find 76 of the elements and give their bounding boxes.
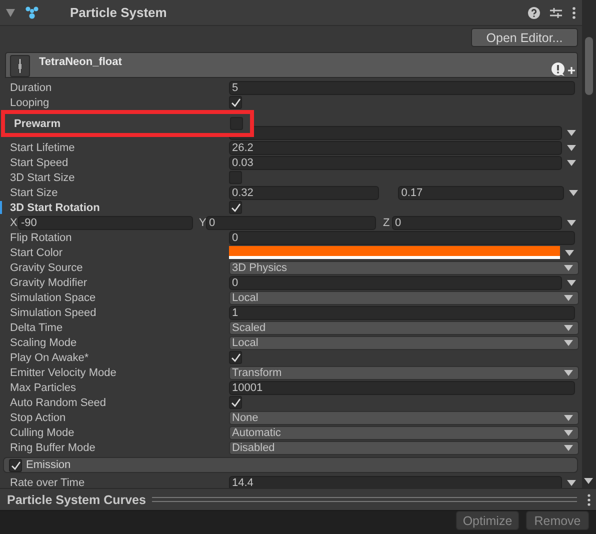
open-editor-button[interactable]: Open Editor... (471, 28, 578, 47)
property-label: Prewarm (13, 118, 62, 130)
scroll-down-icon[interactable] (584, 478, 593, 484)
checkbox[interactable] (229, 396, 242, 409)
property-label: Start Speed (9, 156, 70, 168)
property-label: Auto Random Seed (9, 396, 108, 408)
scrollbar-thumb[interactable] (585, 37, 593, 95)
number-field[interactable]: 0 (229, 276, 562, 290)
checkbox[interactable] (229, 201, 242, 214)
property-label: 3D Start Rotation (9, 202, 101, 214)
dropdown[interactable]: Local (229, 336, 579, 350)
property-label: Gravity Modifier (9, 276, 88, 288)
axis-label: Z (383, 216, 391, 228)
module-title: Emission (26, 459, 71, 471)
property-label: Ring Buffer Mode (9, 442, 96, 454)
property-label: Start Color (9, 246, 64, 258)
property-label: Max Particles (9, 382, 78, 394)
checkbox[interactable] (229, 351, 242, 364)
plus-icon[interactable] (568, 67, 575, 74)
property-label: Gravity Source (9, 262, 84, 274)
property-label: Flip Rotation (9, 232, 73, 244)
number-field[interactable]: 0 (206, 216, 376, 230)
settings-icon[interactable] (550, 6, 562, 18)
number-field[interactable] (229, 126, 562, 140)
property-label: Start Lifetime (9, 142, 76, 154)
component-title: Particle System (70, 5, 167, 20)
property-label: Duration (9, 82, 53, 94)
color-swatch[interactable] (229, 246, 560, 259)
dropdown[interactable]: Transform (229, 366, 579, 380)
property-label: Scaling Mode (9, 336, 78, 348)
kebab-menu-icon[interactable] (572, 6, 576, 18)
property-label: Rate over Time (9, 476, 86, 488)
dropdown[interactable]: 3D Physics (229, 260, 579, 274)
kebab-menu-icon[interactable] (587, 494, 591, 506)
number-field[interactable]: 14.4 (229, 476, 562, 490)
checkbox[interactable] (230, 117, 243, 130)
number-field[interactable]: 0 (392, 216, 562, 230)
property-label: Simulation Speed (9, 306, 98, 318)
help-icon[interactable] (528, 6, 540, 18)
scrollbar[interactable] (582, 0, 596, 490)
property-label: Looping (9, 96, 50, 108)
number-field[interactable]: 0.32 (229, 186, 380, 200)
property-label: Play On Awake* (9, 352, 90, 364)
property-label: Culling Mode (9, 426, 76, 438)
property-label: Simulation Space (9, 292, 97, 304)
property-label: Delta Time (9, 322, 64, 334)
number-field[interactable]: 0.03 (229, 156, 562, 170)
dropdown-arrow-icon (564, 370, 573, 376)
axis-label: X (9, 216, 18, 228)
dropdown[interactable]: Disabled (229, 440, 579, 454)
panel-title: Particle System Curves (7, 492, 146, 506)
number-field[interactable]: 5 (229, 80, 575, 94)
checkbox[interactable] (9, 458, 22, 472)
dropdown-arrow-icon[interactable] (567, 220, 576, 226)
number-field[interactable]: 10001 (229, 380, 575, 394)
number-field[interactable]: 0 (229, 230, 575, 244)
number-field[interactable]: -90 (18, 216, 193, 230)
dropdown[interactable]: Local (229, 290, 579, 304)
property-label: 3D Start Size (9, 172, 76, 184)
dropdown[interactable]: Automatic (229, 426, 579, 440)
property-label: Stop Action (9, 412, 67, 424)
axis-label: Y (199, 216, 206, 228)
dropdown-arrow-icon[interactable] (569, 190, 578, 196)
number-field[interactable]: 26.2 (229, 140, 562, 154)
module-name: TetraNeon_float (39, 56, 122, 68)
dropdown-arrow-icon[interactable] (567, 480, 576, 486)
particles-icon (25, 6, 39, 19)
property-label: Emitter Velocity Mode (9, 366, 118, 378)
checkbox[interactable] (229, 96, 242, 109)
dropdown[interactable]: None (229, 410, 579, 424)
collapse-icon[interactable] (6, 8, 15, 16)
dropdown[interactable]: Scaled (229, 320, 579, 334)
module-header[interactable]: Emission (3, 457, 578, 473)
number-field[interactable]: 1 (229, 306, 575, 320)
property-label: Start Size (9, 186, 59, 198)
number-field[interactable]: 0.17 (398, 186, 564, 200)
